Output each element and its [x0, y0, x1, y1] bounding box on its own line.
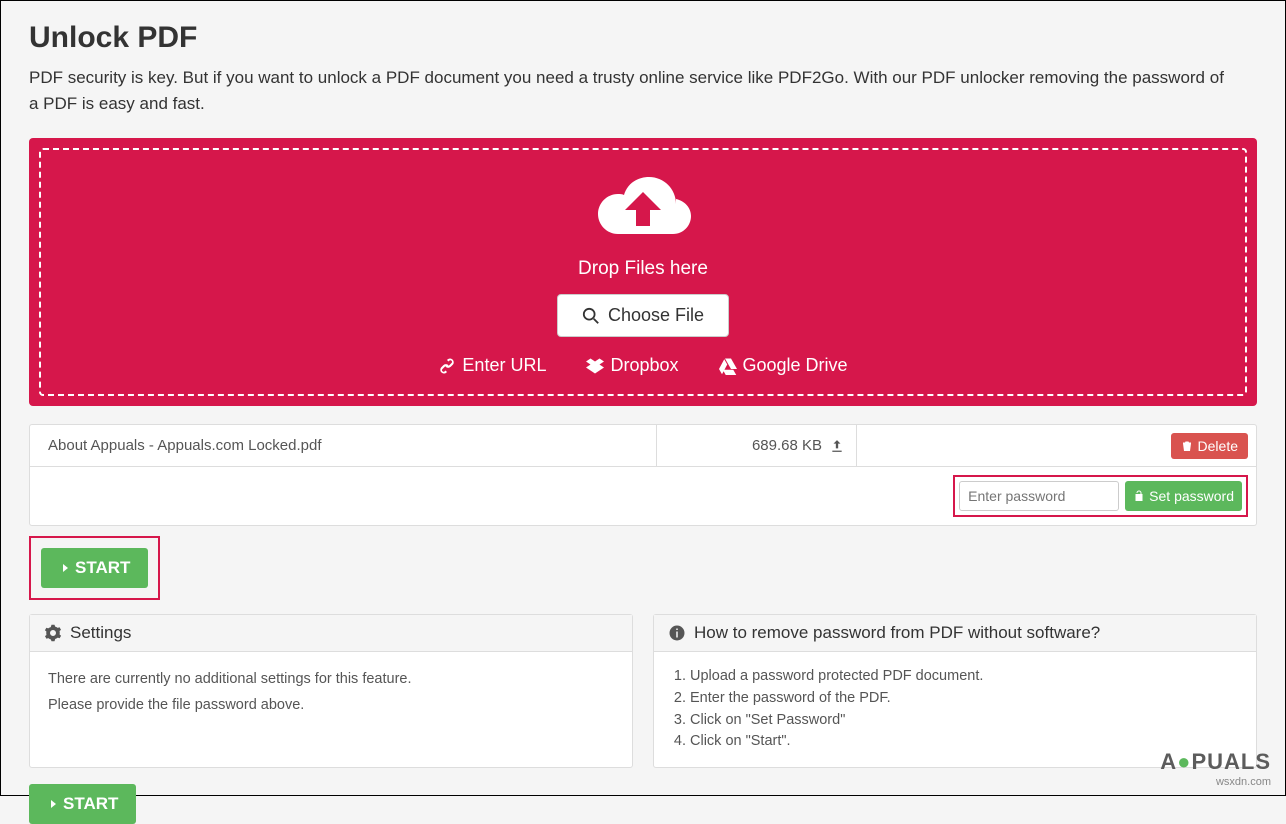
panels-row: Settings There are currently no addition… — [29, 614, 1257, 768]
google-drive-icon — [719, 357, 737, 375]
settings-title: Settings — [70, 623, 131, 643]
file-table: About Appuals - Appuals.com Locked.pdf 6… — [29, 424, 1257, 526]
bottom-start-wrap: START — [29, 784, 1257, 824]
file-size: 689.68 KB — [752, 437, 822, 454]
cloud-upload-icon — [51, 170, 1235, 250]
dropzone[interactable]: Drop Files here Choose File Enter URL — [39, 148, 1247, 396]
google-drive-link[interactable]: Google Drive — [719, 355, 848, 376]
enter-url-link[interactable]: Enter URL — [438, 355, 546, 376]
password-group-highlight: Set password — [953, 475, 1248, 517]
file-name: About Appuals - Appuals.com Locked.pdf — [30, 437, 656, 454]
start-button-top[interactable]: START — [41, 548, 148, 588]
page-title: Unlock PDF — [29, 21, 1257, 55]
delete-button[interactable]: Delete — [1171, 433, 1248, 459]
choose-file-button[interactable]: Choose File — [557, 294, 729, 337]
appuals-logo: A●PUALS — [1160, 749, 1271, 775]
watermark-site: wsxdn.com — [1160, 776, 1271, 789]
chevron-right-icon — [59, 561, 71, 575]
settings-line2: Please provide the file password above. — [48, 692, 614, 718]
google-drive-label: Google Drive — [743, 355, 848, 376]
watermark: A●PUALS wsxdn.com — [1160, 749, 1271, 789]
set-password-label: Set password — [1149, 488, 1234, 504]
start-label-top: START — [75, 558, 130, 578]
howto-panel: How to remove password from PDF without … — [653, 614, 1257, 768]
set-password-button[interactable]: Set password — [1125, 481, 1242, 511]
enter-url-label: Enter URL — [462, 355, 546, 376]
drop-text: Drop Files here — [51, 258, 1235, 280]
dropbox-label: Dropbox — [610, 355, 678, 376]
settings-line1: There are currently no additional settin… — [48, 666, 614, 692]
file-row: About Appuals - Appuals.com Locked.pdf 6… — [30, 425, 1256, 467]
file-size-cell: 689.68 KB — [656, 425, 856, 466]
howto-step: Enter the password of the PDF. — [690, 688, 1238, 710]
delete-label: Delete — [1198, 438, 1238, 454]
dropbox-icon — [586, 357, 604, 375]
howto-steps: Upload a password protected PDF document… — [672, 666, 1238, 753]
howto-step: Click on "Set Password" — [690, 710, 1238, 732]
dropbox-link[interactable]: Dropbox — [586, 355, 678, 376]
settings-panel-head: Settings — [30, 615, 632, 652]
page-subtitle: PDF security is key. But if you want to … — [29, 65, 1229, 116]
file-actions-cell: Delete — [856, 425, 1256, 466]
password-input[interactable] — [959, 481, 1119, 511]
choose-file-label: Choose File — [608, 305, 704, 326]
start-highlight: START — [29, 536, 160, 600]
settings-panel: Settings There are currently no addition… — [29, 614, 633, 768]
password-row: Set password — [30, 467, 1256, 525]
start-label-bottom: START — [63, 794, 118, 814]
info-icon — [668, 624, 686, 642]
howto-step: Click on "Start". — [690, 731, 1238, 753]
howto-title: How to remove password from PDF without … — [694, 623, 1100, 643]
source-row: Enter URL Dropbox Google Drive — [51, 355, 1235, 376]
gears-icon — [44, 624, 62, 642]
upload-icon — [830, 439, 844, 453]
link-icon — [438, 357, 456, 375]
chevron-right-icon — [47, 797, 59, 811]
start-button-bottom[interactable]: START — [29, 784, 136, 824]
dropzone-container: Drop Files here Choose File Enter URL — [29, 138, 1257, 406]
unlock-icon — [1133, 490, 1145, 502]
settings-body: There are currently no additional settin… — [30, 652, 632, 732]
search-icon — [582, 307, 600, 325]
trash-icon — [1181, 440, 1193, 452]
howto-step: Upload a password protected PDF document… — [690, 666, 1238, 688]
howto-panel-head: How to remove password from PDF without … — [654, 615, 1256, 652]
